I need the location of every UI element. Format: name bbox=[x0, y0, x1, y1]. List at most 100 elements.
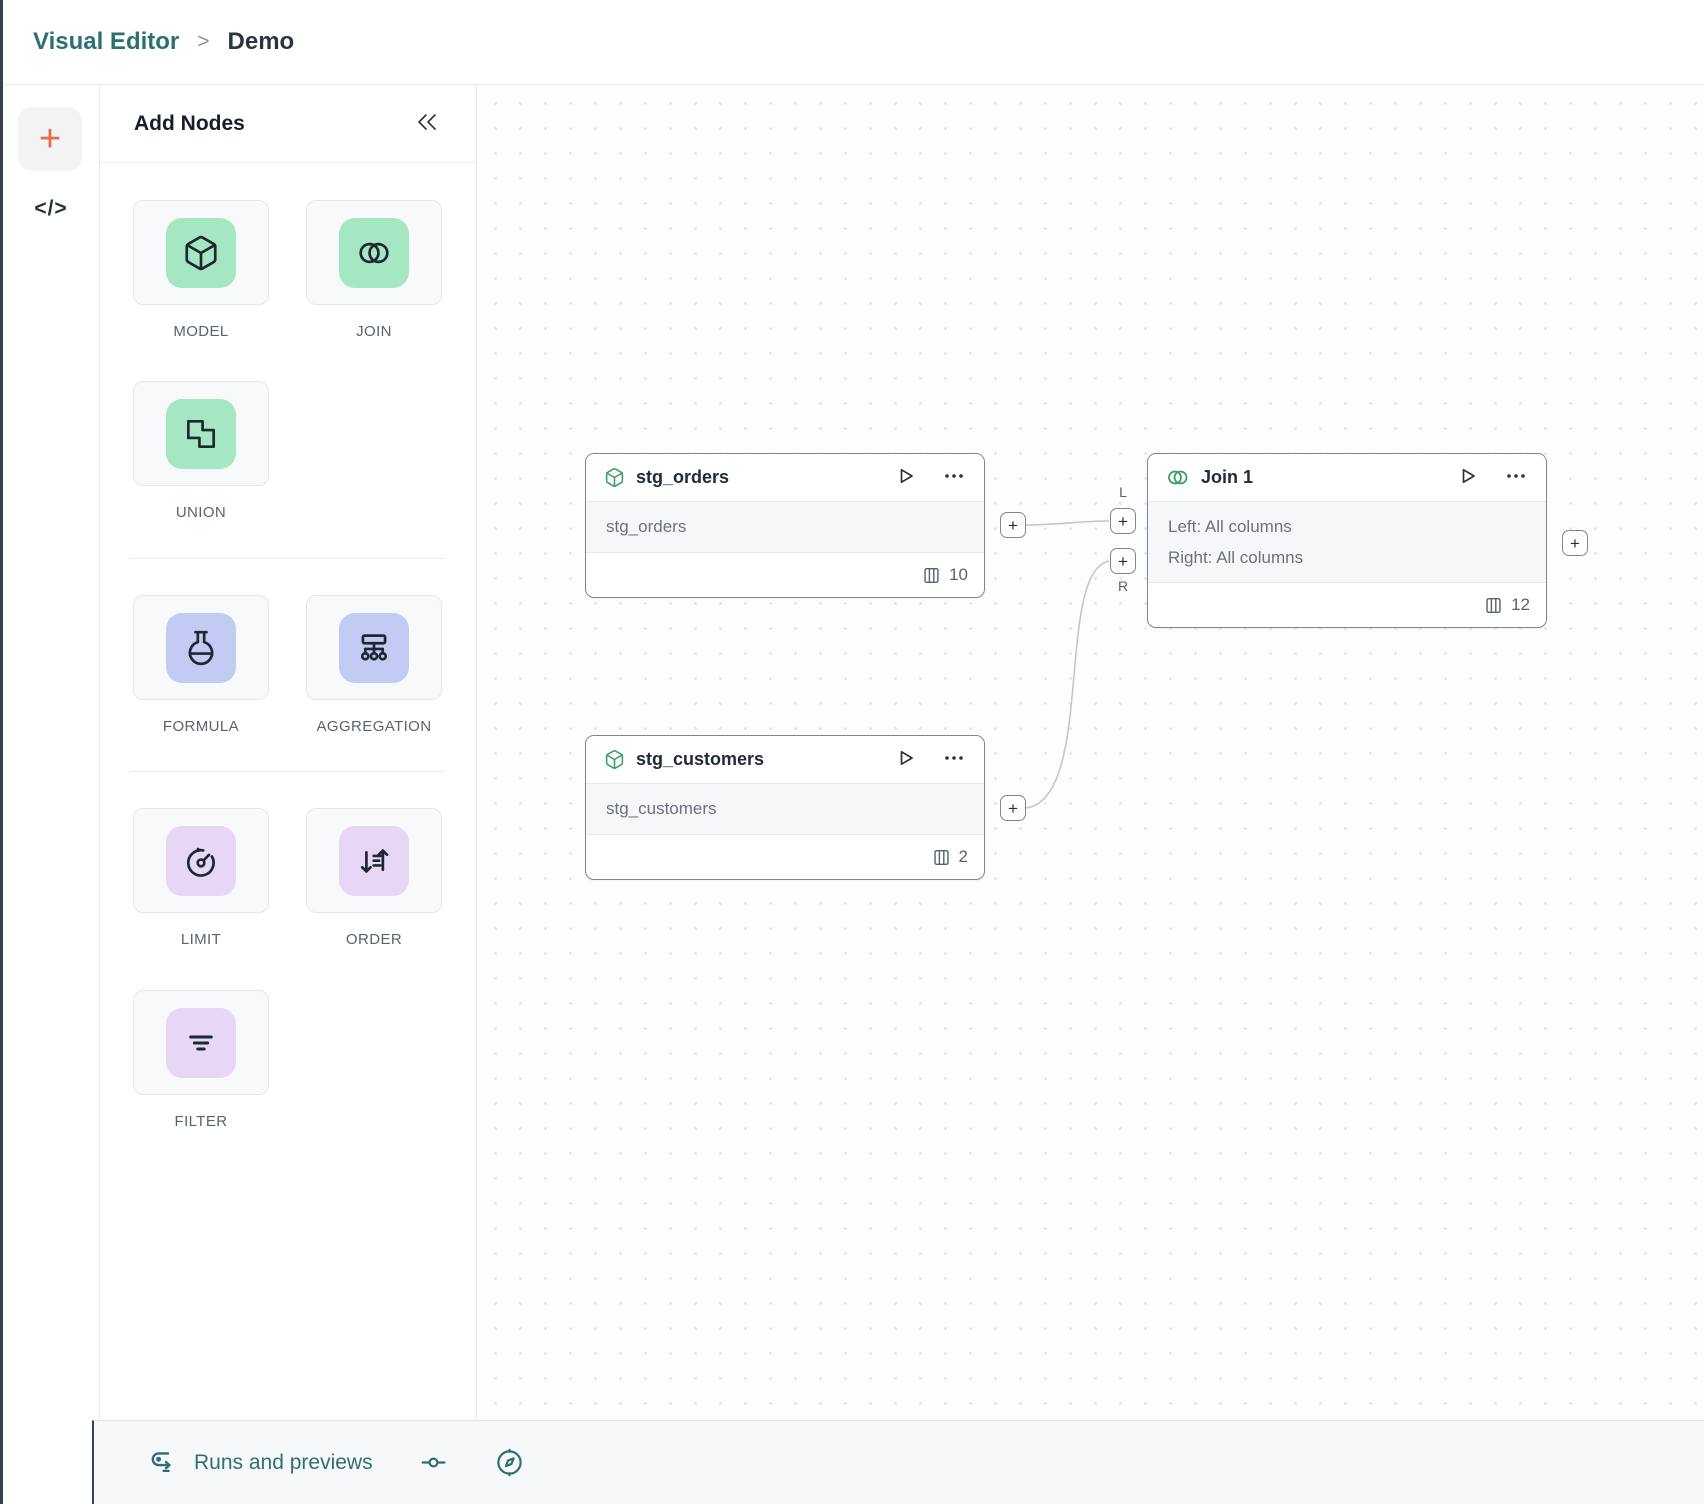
palette-item-model[interactable]: MODEL bbox=[133, 200, 269, 340]
ellipsis-icon bbox=[1504, 465, 1528, 490]
chevrons-left-collapse-icon bbox=[414, 111, 440, 136]
port-stg-orders-output[interactable]: + bbox=[1000, 512, 1026, 538]
palette-tile-formula bbox=[133, 595, 269, 700]
palette-tile-limit bbox=[133, 808, 269, 913]
play-icon bbox=[895, 747, 917, 772]
palette-item-join[interactable]: JOIN bbox=[306, 200, 442, 340]
palette-label-join: JOIN bbox=[356, 323, 392, 340]
node-stg-customers[interactable]: stg_customers st bbox=[585, 735, 985, 880]
aggregation-tree-icon bbox=[339, 613, 409, 683]
palette-tile-aggregation bbox=[306, 595, 442, 700]
node-model-name: stg_orders bbox=[606, 514, 964, 540]
panel-title: Add Nodes bbox=[134, 112, 414, 136]
node-stg-orders-footer: 10 bbox=[586, 553, 984, 597]
node-stg-customers-footer: 2 bbox=[586, 835, 984, 879]
node-stg-orders-body: stg_orders bbox=[586, 501, 984, 553]
column-count: 2 bbox=[959, 847, 968, 867]
palette-tile-join bbox=[306, 200, 442, 305]
palette-tile-union bbox=[133, 381, 269, 486]
palette-label-filter: FILTER bbox=[175, 1113, 228, 1130]
compass-icon bbox=[494, 1447, 525, 1478]
column-count: 12 bbox=[1511, 595, 1530, 615]
breadcrumb-separator: > bbox=[197, 30, 209, 54]
sort-arrows-icon bbox=[339, 826, 409, 896]
node-stg-orders[interactable]: stg_orders stg_o bbox=[585, 453, 985, 598]
port-join-left-input[interactable]: + bbox=[1110, 508, 1136, 534]
cube-icon bbox=[604, 467, 625, 488]
runs-flow-icon bbox=[148, 1447, 179, 1478]
ellipsis-icon bbox=[942, 465, 966, 490]
edge-orders-to-join-left bbox=[1026, 521, 1109, 525]
columns-icon bbox=[922, 566, 941, 585]
explore-button[interactable] bbox=[494, 1447, 525, 1478]
cube-icon bbox=[166, 218, 236, 288]
column-count: 10 bbox=[949, 565, 968, 585]
palette-item-aggregation[interactable]: AGGREGATION bbox=[306, 595, 442, 735]
palette-item-union[interactable]: UNION bbox=[133, 381, 269, 521]
palette-label-aggregation: AGGREGATION bbox=[317, 718, 432, 735]
breadcrumb-current-page: Demo bbox=[228, 28, 295, 56]
port-stg-customers-output[interactable]: + bbox=[1000, 795, 1026, 821]
node-stg-orders-header: stg_orders bbox=[586, 454, 984, 501]
palette-item-order[interactable]: ORDER bbox=[306, 808, 442, 948]
breadcrumb: Visual Editor > Demo bbox=[33, 28, 294, 56]
add-nodes-panel-header: Add Nodes bbox=[100, 85, 476, 163]
plus-icon: + bbox=[1570, 535, 1580, 552]
collapse-panel-button[interactable] bbox=[414, 111, 440, 136]
node-join-1-footer: 12 bbox=[1148, 583, 1546, 627]
add-node-button[interactable]: + bbox=[18, 107, 82, 171]
palette-tile-model bbox=[133, 200, 269, 305]
join-right-port-label: R bbox=[1110, 578, 1136, 594]
overlap-circles-icon bbox=[1166, 467, 1190, 488]
node-menu-button[interactable] bbox=[1504, 465, 1528, 490]
node-join-1[interactable]: Join 1 Left: All bbox=[1147, 453, 1547, 628]
run-node-button[interactable] bbox=[895, 465, 917, 490]
runs-and-previews-toggle[interactable]: Runs and previews bbox=[148, 1447, 373, 1478]
commit-history-button[interactable] bbox=[419, 1448, 448, 1477]
palette-label-model: MODEL bbox=[173, 323, 228, 340]
node-join-1-body: Left: All columns Right: All columns bbox=[1148, 501, 1546, 583]
runs-and-previews-label: Runs and previews bbox=[194, 1451, 373, 1475]
breadcrumb-visual-editor[interactable]: Visual Editor bbox=[33, 28, 179, 56]
overlap-circles-icon bbox=[339, 218, 409, 288]
join-right-columns: Right: All columns bbox=[1168, 545, 1526, 571]
palette-tile-filter bbox=[133, 990, 269, 1095]
run-node-button[interactable] bbox=[1457, 465, 1479, 490]
plus-icon: + bbox=[1118, 513, 1128, 530]
node-model-name: stg_customers bbox=[606, 796, 964, 822]
flask-icon bbox=[166, 613, 236, 683]
node-join-1-header: Join 1 bbox=[1148, 454, 1546, 501]
palette-label-order: ORDER bbox=[346, 931, 402, 948]
add-nodes-panel: Add Nodes MODEL bbox=[99, 85, 477, 1420]
runs-and-previews-bar: Runs and previews bbox=[92, 1420, 1704, 1504]
flow-canvas[interactable]: stg_orders stg_o bbox=[477, 85, 1704, 1420]
plus-icon: + bbox=[1008, 517, 1018, 534]
code-view-button[interactable]: </> bbox=[3, 197, 99, 221]
palette-item-limit[interactable]: LIMIT bbox=[133, 808, 269, 948]
join-left-columns: Left: All columns bbox=[1168, 514, 1526, 540]
code-icon: </> bbox=[34, 197, 67, 220]
node-menu-button[interactable] bbox=[942, 465, 966, 490]
node-title: stg_orders bbox=[636, 467, 884, 488]
squares-union-icon bbox=[166, 399, 236, 469]
node-stg-customers-body: stg_customers bbox=[586, 783, 984, 835]
palette-item-formula[interactable]: FORMULA bbox=[133, 595, 269, 735]
palette-divider bbox=[130, 558, 444, 559]
palette-label-limit: LIMIT bbox=[181, 931, 221, 948]
git-commit-icon bbox=[419, 1448, 448, 1477]
node-menu-button[interactable] bbox=[942, 747, 966, 772]
port-join-right-input[interactable]: + bbox=[1110, 548, 1136, 574]
plus-icon: + bbox=[1008, 800, 1018, 817]
palette-item-filter[interactable]: FILTER bbox=[133, 990, 269, 1130]
run-node-button[interactable] bbox=[895, 747, 917, 772]
node-title: stg_customers bbox=[636, 749, 884, 770]
filter-lines-icon bbox=[166, 1008, 236, 1078]
ellipsis-icon bbox=[942, 747, 966, 772]
port-join-output[interactable]: + bbox=[1562, 530, 1588, 556]
gauge-icon bbox=[166, 826, 236, 896]
columns-icon bbox=[1484, 596, 1503, 615]
top-header: Visual Editor > Demo bbox=[3, 0, 1704, 85]
columns-icon bbox=[932, 848, 951, 867]
play-icon bbox=[895, 465, 917, 490]
node-stg-customers-header: stg_customers bbox=[586, 736, 984, 783]
